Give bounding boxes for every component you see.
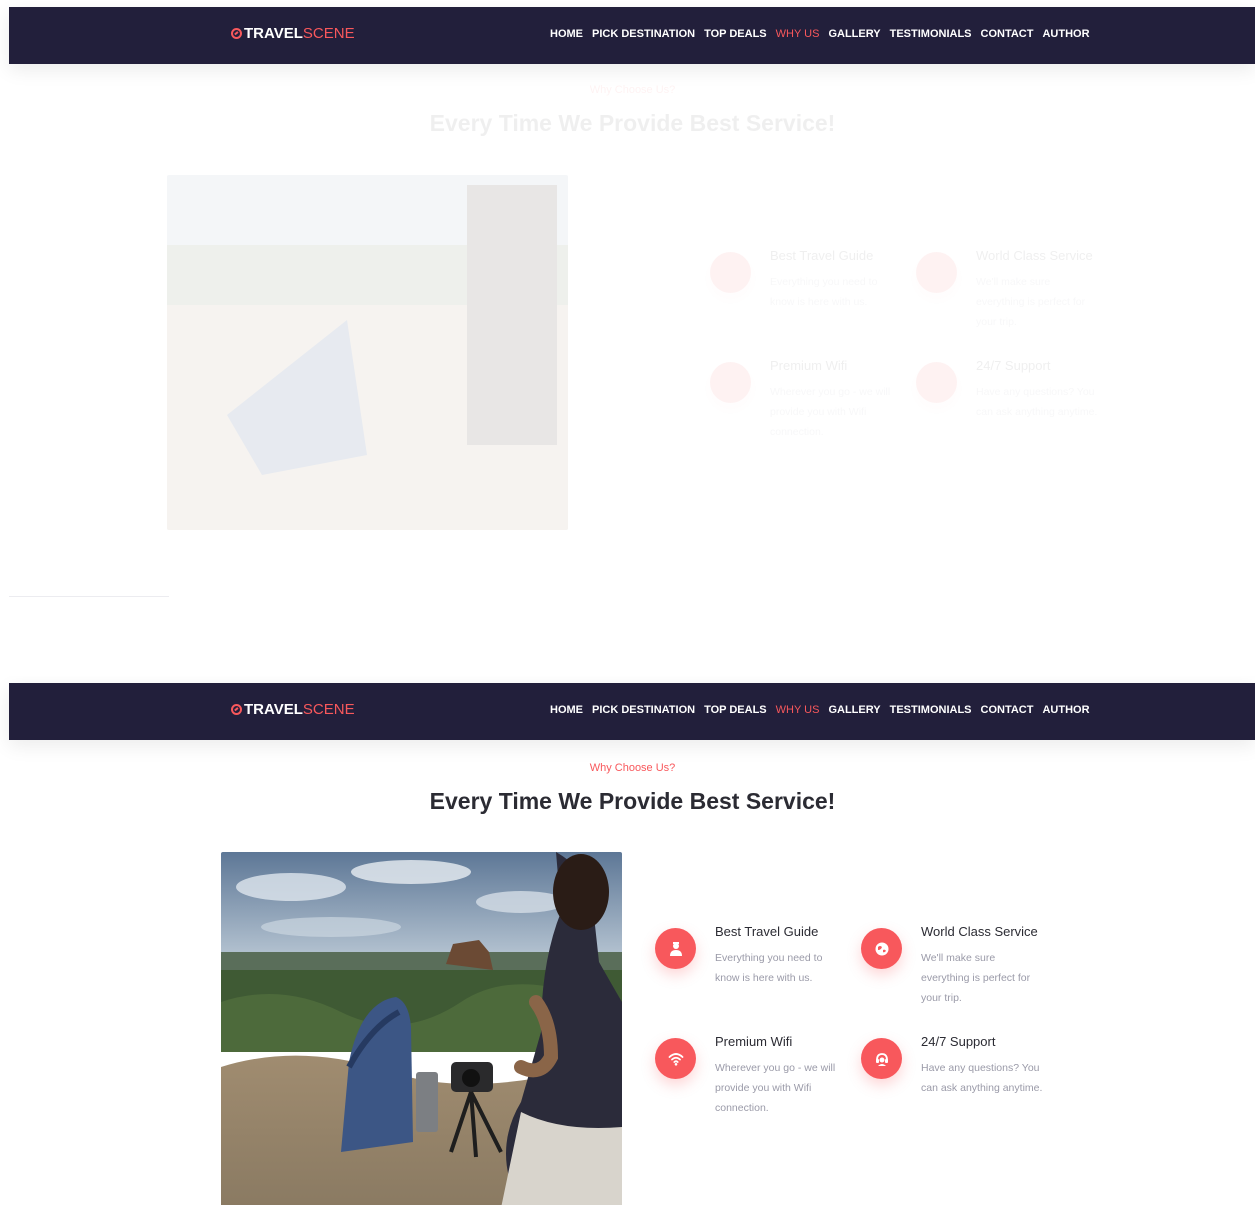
logo-text-travel: TRAVEL <box>244 701 303 718</box>
feature-card: World Class Service We'll make sure ever… <box>861 924 1061 1028</box>
nav-top-deals[interactable]: TOP DEALS <box>704 704 767 716</box>
feature-card: Premium Wifi Wherever you go - we will p… <box>710 358 910 462</box>
nav-pick-destination[interactable]: PICK DESTINATION <box>592 28 695 40</box>
navbar: TRAVEL SCENE HOME PICK DESTINATION TOP DE… <box>9 7 1255 64</box>
logo-text-scene: SCENE <box>302 25 355 42</box>
nav-testimonials[interactable]: TESTIMONIALS <box>890 28 972 40</box>
feature-description: Everything you need to know is here with… <box>715 952 823 984</box>
nav-menu: HOME PICK DESTINATION TOP DEALS WHY US G… <box>550 704 1090 716</box>
nav-why-us[interactable]: WHY US <box>776 704 820 716</box>
feature-title: World Class Service <box>921 924 1038 939</box>
feature-title: World Class Service <box>976 248 1093 263</box>
logo[interactable]: TRAVEL SCENE <box>231 701 355 718</box>
feature-card: 24/7 Support Have any questions? You can… <box>861 1034 1061 1138</box>
nav-why-us[interactable]: WHY US <box>776 28 820 40</box>
section-subtitle: Why Choose Us? <box>589 84 676 96</box>
feature-title: Premium Wifi <box>715 1034 793 1049</box>
logo-text-travel: TRAVEL <box>244 25 303 42</box>
nav-contact[interactable]: CONTACT <box>981 28 1034 40</box>
nav-author[interactable]: AUTHOR <box>1042 704 1089 716</box>
divider <box>9 596 169 597</box>
nav-testimonials[interactable]: TESTIMONIALS <box>890 704 972 716</box>
wifi-icon <box>655 1038 696 1079</box>
feature-description: Wherever you go - we will provide you wi… <box>770 386 891 438</box>
nav-gallery[interactable]: GALLERY <box>828 704 880 716</box>
feature-description: Have any questions? You can ask anything… <box>976 386 1098 418</box>
screenshot-frame-loaded: TRAVEL SCENE HOME PICK DESTINATION TOP DE… <box>0 676 1255 1205</box>
nav-home[interactable]: HOME <box>550 28 583 40</box>
travel-photo <box>167 175 568 530</box>
support-icon <box>916 362 957 403</box>
screenshot-frame-faded: TRAVEL SCENE HOME PICK DESTINATION TOP DE… <box>0 0 1255 640</box>
feature-description: We'll make sure everything is perfect fo… <box>921 952 1031 1004</box>
nav-home[interactable]: HOME <box>550 704 583 716</box>
feature-description: We'll make sure everything is perfect fo… <box>976 276 1086 328</box>
compass-icon <box>231 28 242 39</box>
wifi-icon <box>710 362 751 403</box>
feature-title: 24/7 Support <box>921 1034 996 1049</box>
feature-card: Best Travel Guide Everything you need to… <box>655 924 855 1028</box>
feature-card: Premium Wifi Wherever you go - we will p… <box>655 1034 855 1138</box>
feature-description: Have any questions? You can ask anything… <box>921 1062 1043 1094</box>
feature-card: 24/7 Support Have any questions? You can… <box>916 358 1116 462</box>
feature-card: Best Travel Guide Everything you need to… <box>710 248 910 352</box>
world-service-icon <box>916 252 957 293</box>
section-subtitle: Why Choose Us? <box>589 762 676 774</box>
section-title: Every Time We Provide Best Service! <box>429 110 836 136</box>
section-title: Every Time We Provide Best Service! <box>429 788 836 814</box>
logo[interactable]: TRAVEL SCENE <box>231 25 355 42</box>
nav-pick-destination[interactable]: PICK DESTINATION <box>592 704 695 716</box>
nav-contact[interactable]: CONTACT <box>981 704 1034 716</box>
travel-photo <box>221 852 622 1205</box>
feature-title: Best Travel Guide <box>715 924 819 939</box>
nav-gallery[interactable]: GALLERY <box>828 28 880 40</box>
navbar: TRAVEL SCENE HOME PICK DESTINATION TOP DE… <box>9 683 1255 740</box>
feature-title: Premium Wifi <box>770 358 848 373</box>
nav-menu: HOME PICK DESTINATION TOP DEALS WHY US G… <box>550 28 1090 40</box>
feature-title: 24/7 Support <box>976 358 1051 373</box>
nav-author[interactable]: AUTHOR <box>1042 28 1089 40</box>
world-service-icon <box>861 928 902 969</box>
feature-description: Everything you need to know is here with… <box>770 276 878 308</box>
nav-top-deals[interactable]: TOP DEALS <box>704 28 767 40</box>
tour-guide-icon <box>655 928 696 969</box>
compass-icon <box>231 704 242 715</box>
feature-title: Best Travel Guide <box>770 248 874 263</box>
logo-text-scene: SCENE <box>302 701 355 718</box>
support-icon <box>861 1038 902 1079</box>
feature-card: World Class Service We'll make sure ever… <box>916 248 1116 352</box>
tour-guide-icon <box>710 252 751 293</box>
feature-description: Wherever you go - we will provide you wi… <box>715 1062 836 1114</box>
